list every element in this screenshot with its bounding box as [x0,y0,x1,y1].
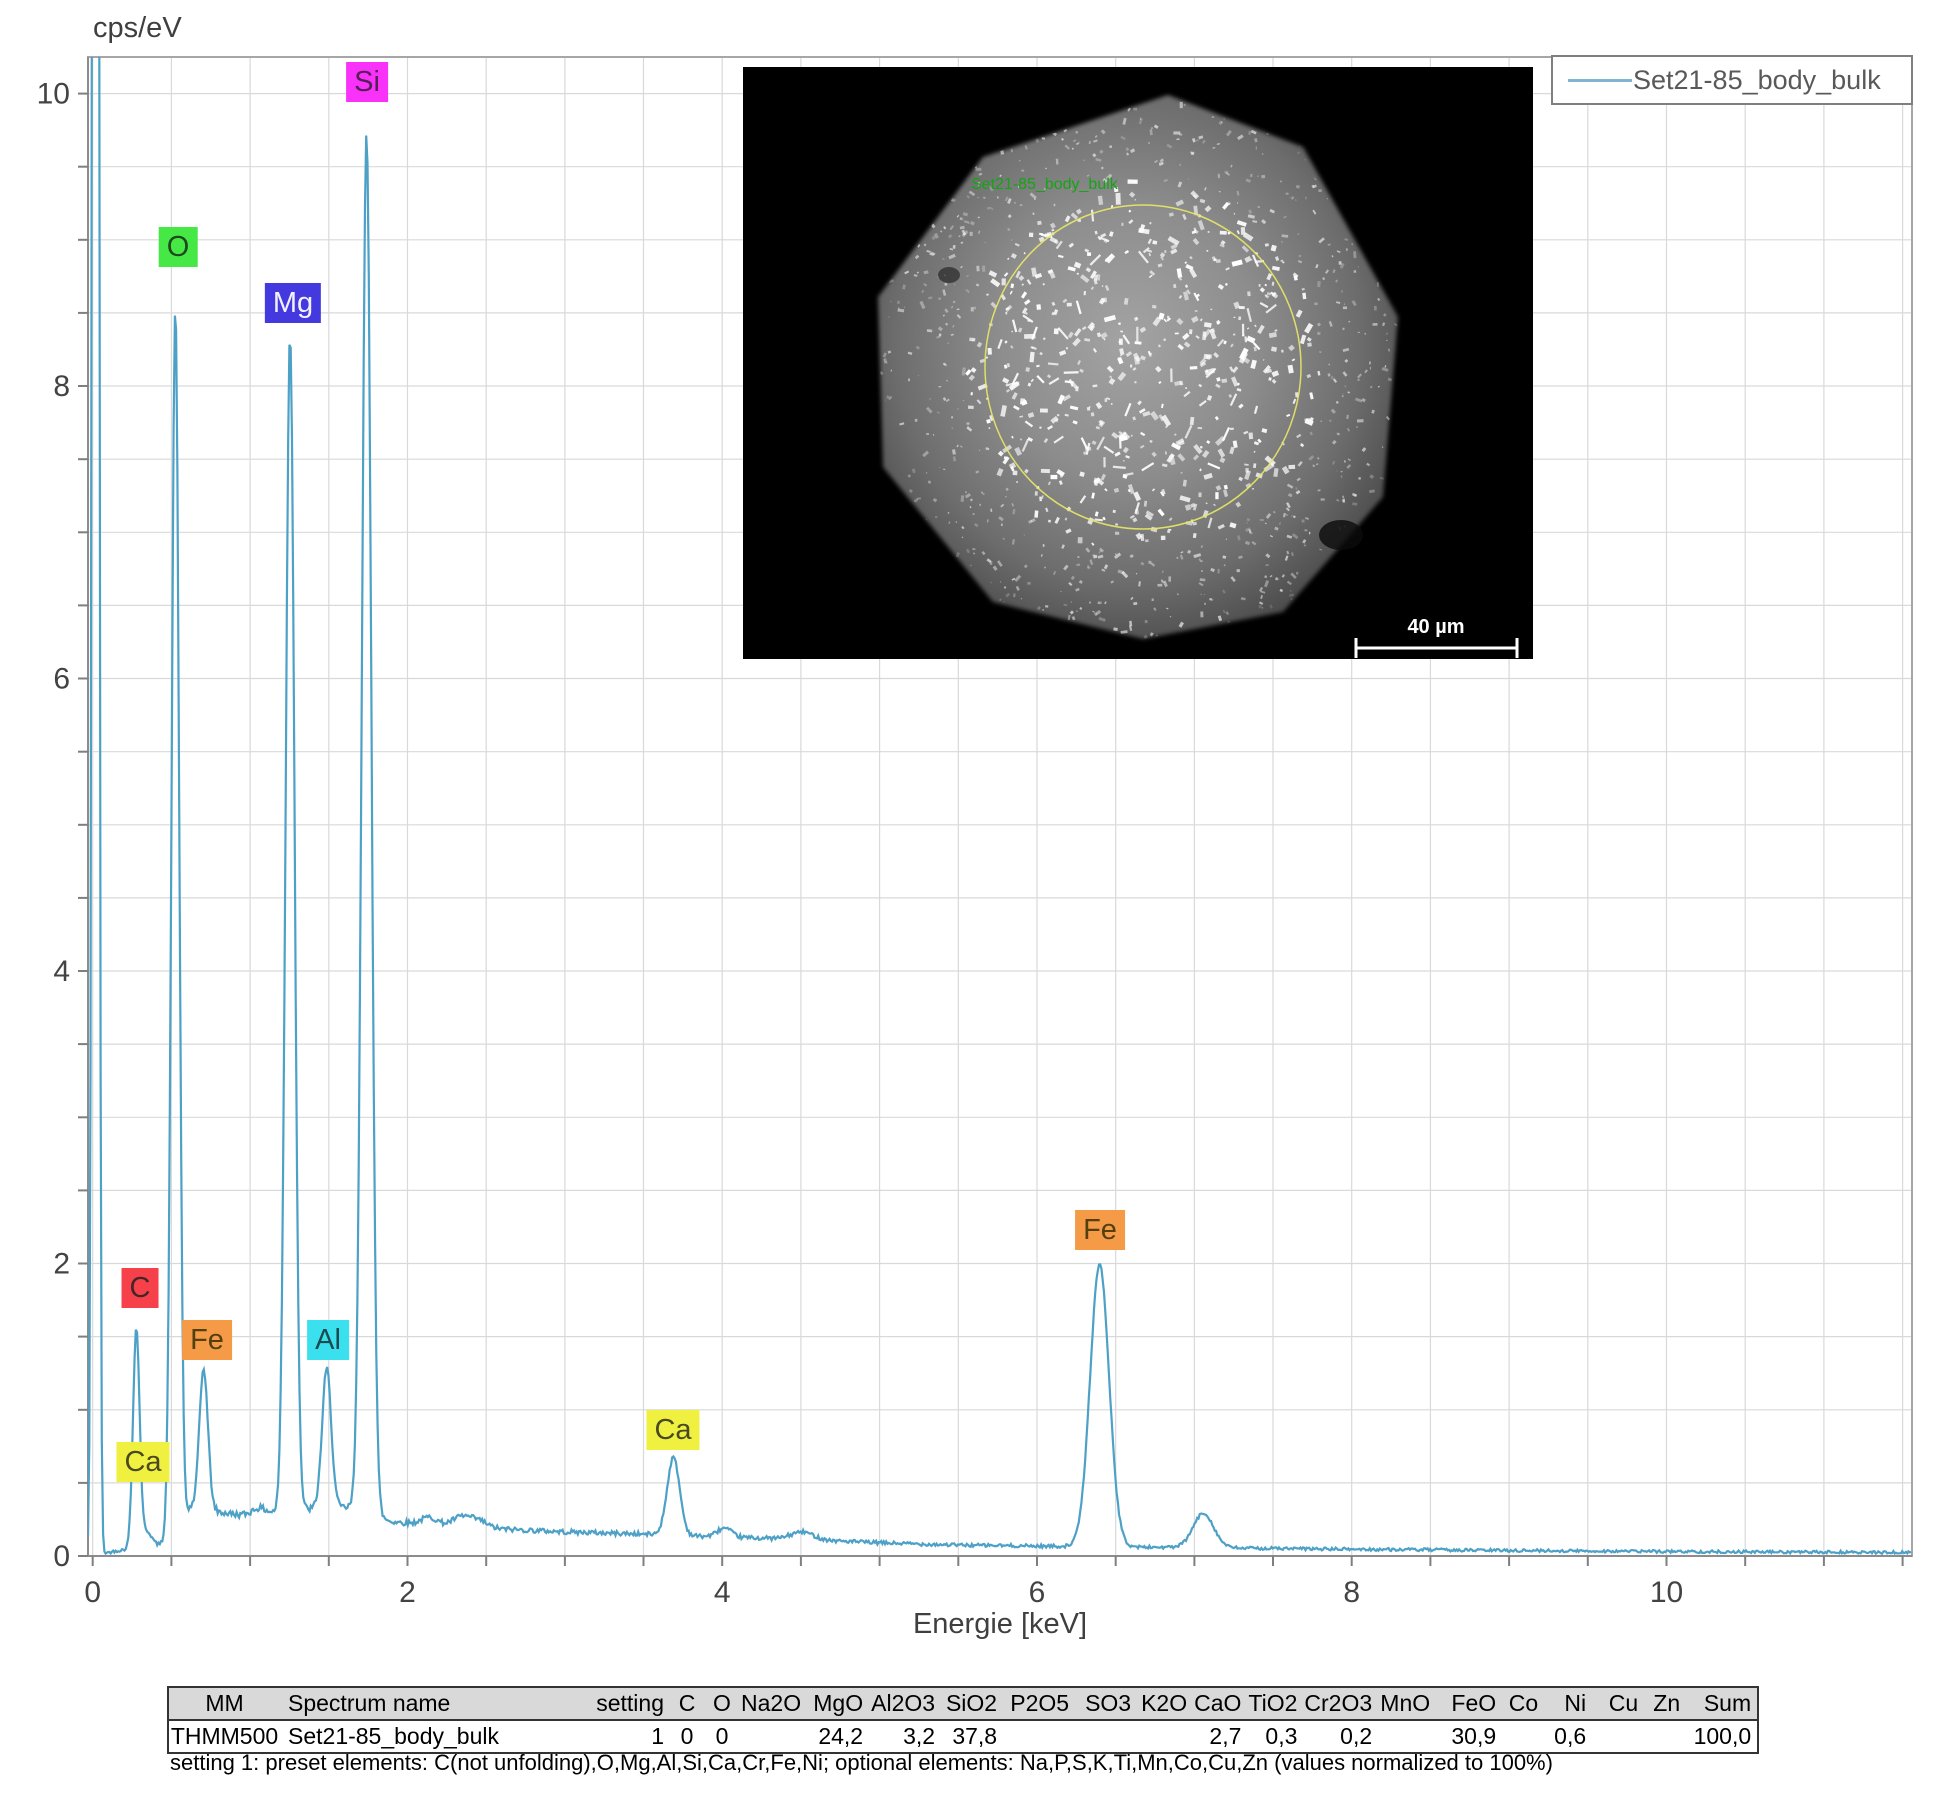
table-header-ni: Ni [1544,1687,1593,1721]
x-tick-label: 8 [1343,1576,1360,1609]
legend-line-swatch [1568,78,1632,82]
table-cell: Set21-85_body_bulk [280,1720,550,1753]
table-cell: 0,2 [1303,1720,1379,1753]
table-header-o: O [704,1687,740,1721]
x-tick-label: 6 [1029,1576,1046,1609]
table-header-na2o: Na2O [740,1687,808,1721]
table-header-spectrum-name: Spectrum name [280,1687,550,1721]
table-header-p2o5: P2O5 [1003,1687,1076,1721]
x-axis-title: Energie [keV] [912,1608,1088,1640]
table-cell [1644,1720,1687,1753]
table-header-co: Co [1502,1687,1545,1721]
table-header-sio2: SiO2 [941,1687,1004,1721]
y-axis-unit-label: cps/eV [93,12,182,44]
table-header-mno: MnO [1378,1687,1437,1721]
table-cell [1502,1720,1545,1753]
table-cell [1137,1720,1194,1753]
table-cell: 24,2 [807,1720,870,1753]
table-cell: 0 [704,1720,740,1753]
table-cell: 1 [550,1720,670,1753]
setting-note: setting 1: preset elements: C(not unfold… [170,1750,1553,1775]
table-header-cr2o3: Cr2O3 [1303,1687,1379,1721]
y-tick-label: 0 [53,1540,70,1573]
scale-bar-label: 40 µm [1407,616,1464,638]
table-header-zn: Zn [1644,1687,1687,1721]
table-cell: 0 [670,1720,704,1753]
table-header-tio2: TiO2 [1247,1687,1304,1721]
legend-series-label: Set21-85_body_bulk [1633,64,1881,95]
legend: Set21-85_body_bulk [1551,55,1913,105]
y-tick-label: 8 [53,370,70,403]
table-cell [1003,1720,1076,1753]
table-cell: 100,0 [1686,1720,1759,1753]
table-header-feo: FeO [1436,1687,1503,1721]
table-header-setting: setting [550,1687,670,1721]
table-header-al2o3: Al2O3 [869,1687,942,1721]
table-header-sum: Sum [1686,1687,1759,1721]
table-cell [1378,1720,1437,1753]
table-cell: 2,7 [1193,1720,1248,1753]
eds-spectrum-report: cps/eV 0 2 4 6 8 10 0 2 4 6 8 10 C Ca Fe O Mg Al Si Ca Fe E… [0,0,1944,1810]
analysis-region-label: Set21-85_body_bulk [971,176,1119,193]
sem-dark-pit [938,267,960,283]
sem-dark-pit [1319,520,1363,550]
table-header-c: C [670,1687,704,1721]
y-tick-label: 2 [53,1248,70,1281]
y-tick-label: 6 [53,663,70,696]
quantification-table: MM Spectrum name setting C O Na2O MgO Al2O3 SiO2… [167,1686,1760,1754]
table-header-mgo: MgO [807,1687,870,1721]
table-cell: 30,9 [1436,1720,1503,1753]
table-cell: 3,2 [869,1720,942,1753]
table-header-k2o: K2O [1137,1687,1194,1721]
table-row: THMM500 Set21-85_body_bulk 1 0 0 24,2 3,2 37,8 2… [168,1720,1759,1753]
y-tick-label: 4 [53,955,70,988]
sem-inset-image: Set21-85_body_bulk 40 µm [743,67,1533,659]
table-cell [740,1720,808,1753]
table-header-so3: SO3 [1075,1687,1138,1721]
table-cell: 0,3 [1247,1720,1304,1753]
y-tick-label: 10 [37,78,70,111]
table-header-cao: CaO [1193,1687,1248,1721]
table-cell: 37,8 [941,1720,1004,1753]
table-cell [1592,1720,1645,1753]
table-cell: 0,6 [1544,1720,1593,1753]
x-tick-label: 0 [84,1576,101,1609]
x-tick-label: 10 [1650,1576,1683,1609]
x-tick-label: 2 [399,1576,416,1609]
table-header-mm: MM [168,1687,280,1721]
table-header-cu: Cu [1592,1687,1645,1721]
sem-particle-canvas: Set21-85_body_bulk 40 µm [743,67,1533,659]
table-cell: THMM500 [168,1720,280,1753]
table-cell [1075,1720,1138,1753]
x-tick-label: 4 [714,1576,731,1609]
